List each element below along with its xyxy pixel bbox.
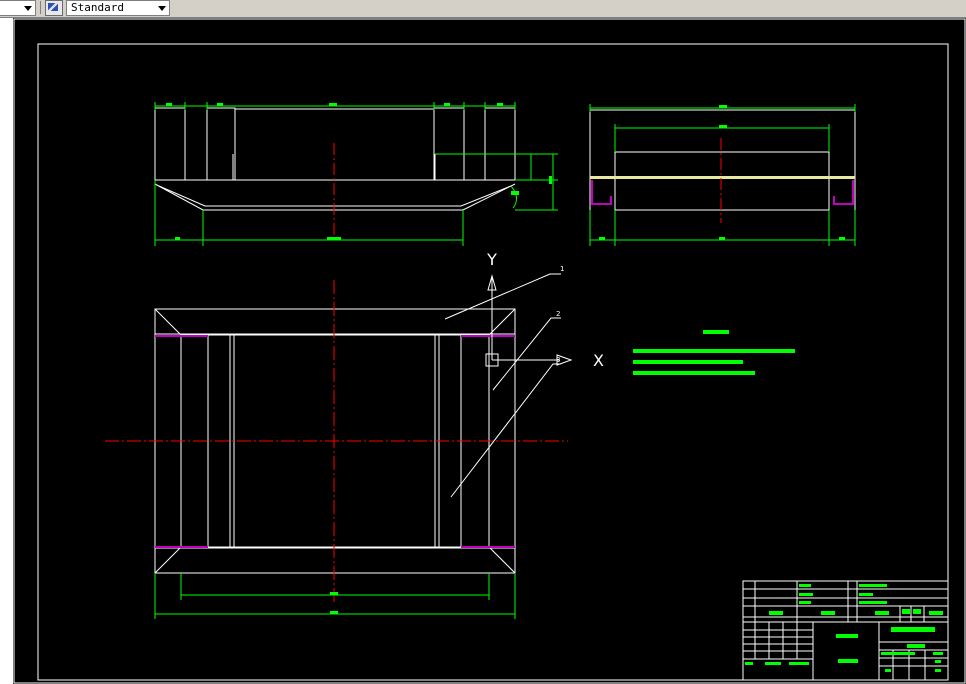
balloon-2: 2 — [556, 310, 560, 318]
balloon-1: 1 — [560, 265, 564, 273]
layer-dropdown[interactable] — [0, 0, 36, 16]
leader-lines — [444, 273, 561, 498]
text-style-icon[interactable] — [45, 0, 63, 16]
technical-notes — [633, 330, 795, 375]
toolbar-separator — [40, 1, 41, 14]
text-style-dropdown[interactable]: Standard — [66, 0, 170, 16]
chevron-down-icon[interactable] — [158, 6, 166, 11]
drawing-border — [37, 43, 949, 681]
side-view-hidden — [591, 180, 854, 205]
front-view-dim-text — [166, 103, 552, 240]
ucs-y-label: Y — [486, 250, 497, 269]
drawing-svg: Y X 1 2 3 — [13, 18, 966, 684]
front-view — [154, 107, 516, 211]
ucs-x-label: X — [593, 351, 604, 370]
side-view-dim-text — [590, 105, 855, 240]
balloon-3: 3 — [556, 356, 560, 364]
front-view-dimensions — [154, 102, 558, 246]
drawing-canvas[interactable]: Y X 1 2 3 — [13, 18, 966, 684]
text-style-value: Standard — [71, 1, 124, 14]
ucs-icon — [485, 274, 573, 367]
chevron-down-icon[interactable] — [24, 6, 32, 11]
toolbar: Standard — [0, 0, 966, 18]
